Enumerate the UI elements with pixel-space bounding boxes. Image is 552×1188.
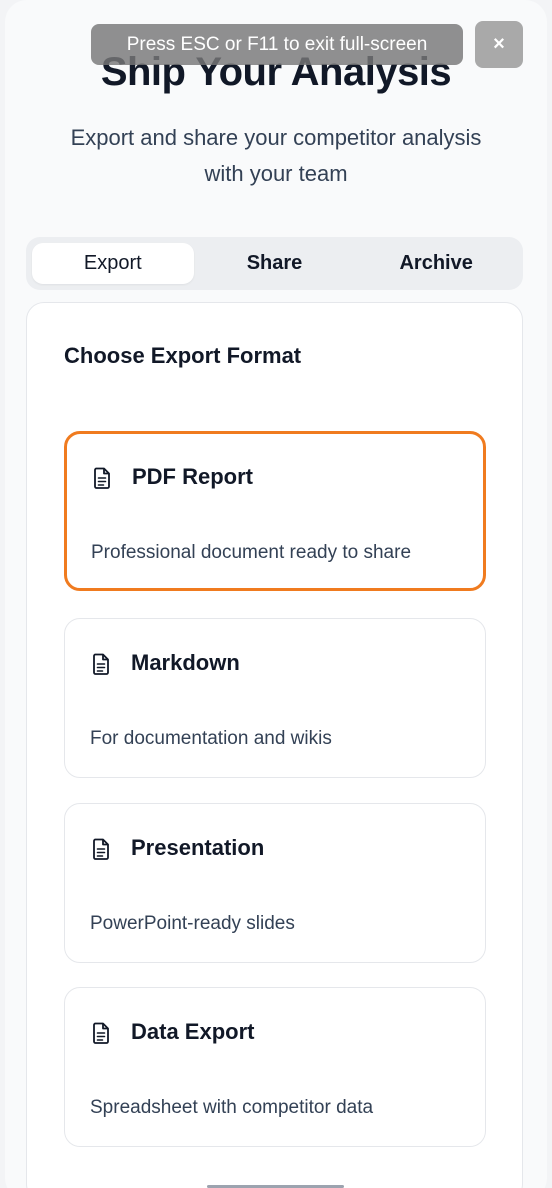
export-format-card: Choose Export Format PDF Report Professi… [26,302,523,1188]
export-option-description: Professional document ready to share [91,542,412,563]
tab-bar: Export Share Archive [26,237,523,290]
document-icon [93,838,109,860]
page-subtitle: Export and share your competitor analysi… [70,125,482,186]
document-icon [94,467,110,489]
export-option-description: Spreadsheet with competitor data [90,1097,374,1118]
tab-archive[interactable]: Archive [355,243,517,284]
export-option-data-export[interactable]: Data Export Spreadsheet with competitor … [64,987,486,1147]
export-option-pdf-report[interactable]: PDF Report Professional document ready t… [64,431,486,591]
tab-export[interactable]: Export [32,243,194,284]
export-option-title: Data Export [131,1019,255,1044]
fullscreen-close-button[interactable]: × [475,21,523,68]
fullscreen-notice: Press ESC or F11 to exit full-screen [91,24,463,65]
export-option-presentation[interactable]: Presentation PowerPoint-ready slides [64,803,486,963]
export-option-description: For documentation and wikis [90,728,332,749]
export-option-title: Presentation [131,835,265,860]
export-option-title: Markdown [131,650,240,675]
export-format-heading: Choose Export Format [64,343,302,368]
document-icon [93,653,109,675]
page: Ship Your Analysis Export and share your… [0,0,552,1188]
export-option-title: PDF Report [132,464,253,489]
export-option-description: PowerPoint-ready slides [90,913,295,934]
document-icon [93,1022,109,1044]
export-option-markdown[interactable]: Markdown For documentation and wikis [64,618,486,778]
tab-share[interactable]: Share [194,243,356,284]
